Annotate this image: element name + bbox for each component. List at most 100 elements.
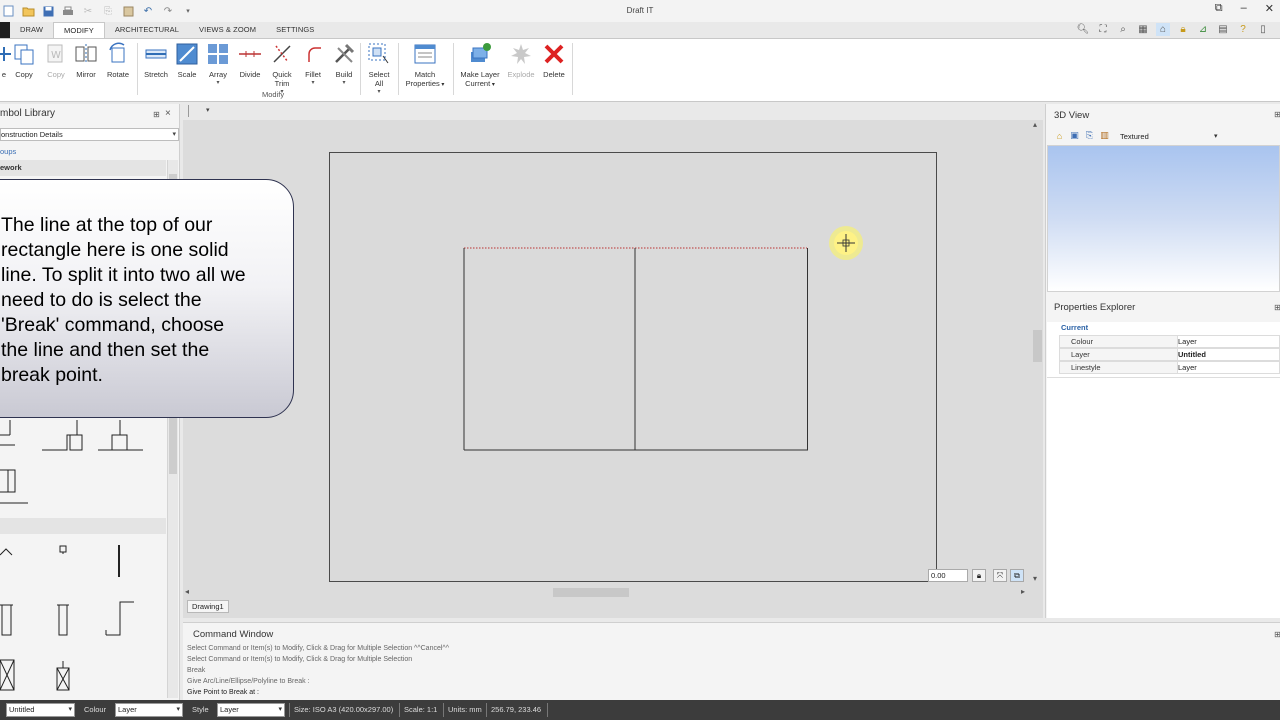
- minimize-window-button[interactable]: –: [1241, 2, 1247, 15]
- layer-select[interactable]: Untitled ▾: [6, 703, 75, 717]
- tab-file[interactable]: [0, 22, 10, 38]
- zoom-extents-icon[interactable]: ⛶: [1096, 23, 1110, 36]
- symbol-thumb[interactable]: [0, 420, 15, 446]
- property-value[interactable]: Layer: [1178, 363, 1197, 372]
- delete-button[interactable]: Delete: [538, 41, 570, 79]
- copy-view-icon[interactable]: ⎘: [1084, 130, 1095, 141]
- property-key: Layer: [1071, 350, 1090, 359]
- close-window-button[interactable]: ✕: [1265, 2, 1274, 15]
- colour-select[interactable]: Layer ▾: [115, 703, 183, 717]
- property-value[interactable]: Untitled: [1178, 350, 1206, 359]
- symbol-thumb[interactable]: [0, 604, 13, 636]
- symbol-thumb[interactable]: [105, 601, 134, 636]
- select-all-button[interactable]: Select All ▾: [363, 41, 395, 97]
- save-view-icon[interactable]: ▣: [1069, 130, 1080, 141]
- property-row-linestyle[interactable]: Linestyle Layer: [1047, 361, 1280, 374]
- restore-window-button[interactable]: ⧉: [1215, 2, 1223, 15]
- scroll-down-icon[interactable]: ▾: [1033, 574, 1037, 583]
- panel-toggle-icon[interactable]: ▯: [1256, 23, 1270, 36]
- pin-icon[interactable]: ⊞: [153, 110, 160, 119]
- match-properties-button[interactable]: Match Properties ▾: [402, 41, 448, 90]
- scrollbar-thumb[interactable]: [553, 588, 629, 597]
- chevron-down-icon[interactable]: ▾: [1214, 132, 1218, 140]
- select-all-icon: [366, 41, 392, 67]
- 3d-viewport[interactable]: [1047, 145, 1280, 292]
- command-history-line: Select Command or Item(s) to Modify, Cli…: [187, 645, 449, 652]
- scrollbar-thumb[interactable]: [1033, 330, 1042, 362]
- fillet-button[interactable]: Fillet ▾: [297, 41, 329, 88]
- grid-icon[interactable]: ▦: [1136, 23, 1150, 36]
- style-select[interactable]: Layer ▾: [217, 703, 285, 717]
- command-prompt[interactable]: Give Point to Break at :: [187, 689, 259, 696]
- symbol-library-title: mbol Library: [0, 108, 56, 119]
- tab-modify[interactable]: MODIFY: [53, 22, 105, 38]
- zoom-window-icon[interactable]: ⌕: [1116, 23, 1130, 36]
- symbol-category-select[interactable]: onstruction Details ▾: [0, 128, 179, 141]
- pin-icon[interactable]: ⊞: [1274, 110, 1280, 119]
- paper-size-readout: Size: ISO A3 (420.00x297.00): [294, 705, 394, 714]
- copy-button[interactable]: Copy: [8, 41, 40, 79]
- tab-settings[interactable]: SETTINGS: [266, 22, 324, 38]
- zoom-extents-icon[interactable]: ⤧: [993, 569, 1007, 582]
- mirror-button[interactable]: Mirror: [70, 41, 102, 79]
- symbol-thumb[interactable]: [0, 659, 15, 691]
- lock-icon[interactable]: 🔒︎: [1176, 23, 1190, 36]
- property-value[interactable]: Layer: [1178, 337, 1197, 346]
- tab-draw[interactable]: DRAW: [10, 22, 53, 38]
- zoom-value-input[interactable]: 0.00: [928, 569, 968, 582]
- pin-icon[interactable]: ⊞: [1274, 303, 1280, 312]
- pin-icon[interactable]: ⊞: [1274, 630, 1280, 639]
- quick-trim-button[interactable]: Quick Trim ▾: [266, 41, 298, 97]
- symbol-section-header[interactable]: ework: [0, 160, 166, 176]
- close-panel-button[interactable]: ×: [165, 108, 171, 119]
- property-row-layer[interactable]: Layer Untitled: [1047, 348, 1280, 361]
- scale-button[interactable]: Scale: [171, 41, 203, 79]
- symbol-thumb[interactable]: [98, 420, 143, 451]
- toolbar-dropdown-icon[interactable]: ▾: [206, 106, 210, 114]
- copy-disabled-button[interactable]: W Copy: [40, 41, 72, 79]
- symbol-thumb[interactable]: [0, 548, 13, 556]
- scroll-left-icon[interactable]: ◂: [185, 587, 189, 596]
- groups-link[interactable]: oups: [0, 147, 16, 156]
- home-view-icon[interactable]: ⌂: [1054, 130, 1065, 141]
- rotate-button[interactable]: Rotate: [102, 41, 134, 79]
- symbol-thumbnails: [0, 420, 143, 691]
- quick-trim-icon: [269, 41, 295, 67]
- command-history-line: Select Command or Item(s) to Modify, Cli…: [187, 656, 413, 663]
- symbol-thumb[interactable]: [42, 420, 83, 451]
- copy-icon: [11, 41, 37, 67]
- ribbon-panel: e Copy W Copy Mirror Rotate Stretch Scal…: [0, 38, 1280, 102]
- property-row-colour[interactable]: Colour Layer: [1047, 335, 1280, 348]
- explode-button[interactable]: Explode: [505, 41, 537, 79]
- chevron-down-icon: ▾: [172, 131, 176, 138]
- lock-icon[interactable]: 🔒︎: [972, 569, 986, 582]
- chevron-down-icon: ▾: [176, 706, 180, 713]
- render-icon[interactable]: ▥: [1099, 130, 1110, 141]
- properties-section-header: Current: [1061, 323, 1089, 332]
- tab-drawing1[interactable]: Drawing1: [187, 600, 229, 613]
- symbol-thumb[interactable]: [57, 604, 69, 636]
- array-button[interactable]: Array ▾: [202, 41, 234, 88]
- drawing-sheet[interactable]: [329, 152, 937, 582]
- scroll-right-icon[interactable]: ▸: [1021, 587, 1025, 596]
- layers-icon[interactable]: ▤: [1216, 23, 1230, 36]
- canvas-vertical-scrollbar[interactable]: ▴ ▾: [1031, 120, 1043, 588]
- scroll-up-icon[interactable]: ▴: [1033, 120, 1037, 129]
- ortho-icon[interactable]: ⊿: [1196, 23, 1210, 36]
- tab-views-zoom[interactable]: VIEWS & ZOOM: [189, 22, 266, 38]
- tab-architectural[interactable]: ARCHITECTURAL: [105, 22, 189, 38]
- stretch-button[interactable]: Stretch: [140, 41, 172, 79]
- zoom-icon[interactable]: 🔍︎: [1076, 23, 1090, 36]
- callout-line: rectangle here is one solid: [1, 239, 229, 261]
- symbol-thumb[interactable]: [0, 469, 28, 504]
- build-button[interactable]: Build ▾: [328, 41, 360, 88]
- symbol-thumb[interactable]: [59, 545, 67, 554]
- make-layer-current-button[interactable]: Make Layer Current ▾: [458, 41, 502, 90]
- zoom-window-icon[interactable]: ⧉: [1010, 569, 1024, 582]
- help-icon[interactable]: ?: [1236, 23, 1250, 36]
- divide-button[interactable]: Divide: [234, 41, 266, 79]
- canvas-horizontal-scrollbar[interactable]: ◂ ▸: [183, 587, 1031, 599]
- snap-icon[interactable]: ⌂: [1156, 23, 1170, 36]
- symbol-thumb[interactable]: [56, 661, 70, 691]
- 3d-render-mode-select[interactable]: Textured: [1120, 132, 1149, 141]
